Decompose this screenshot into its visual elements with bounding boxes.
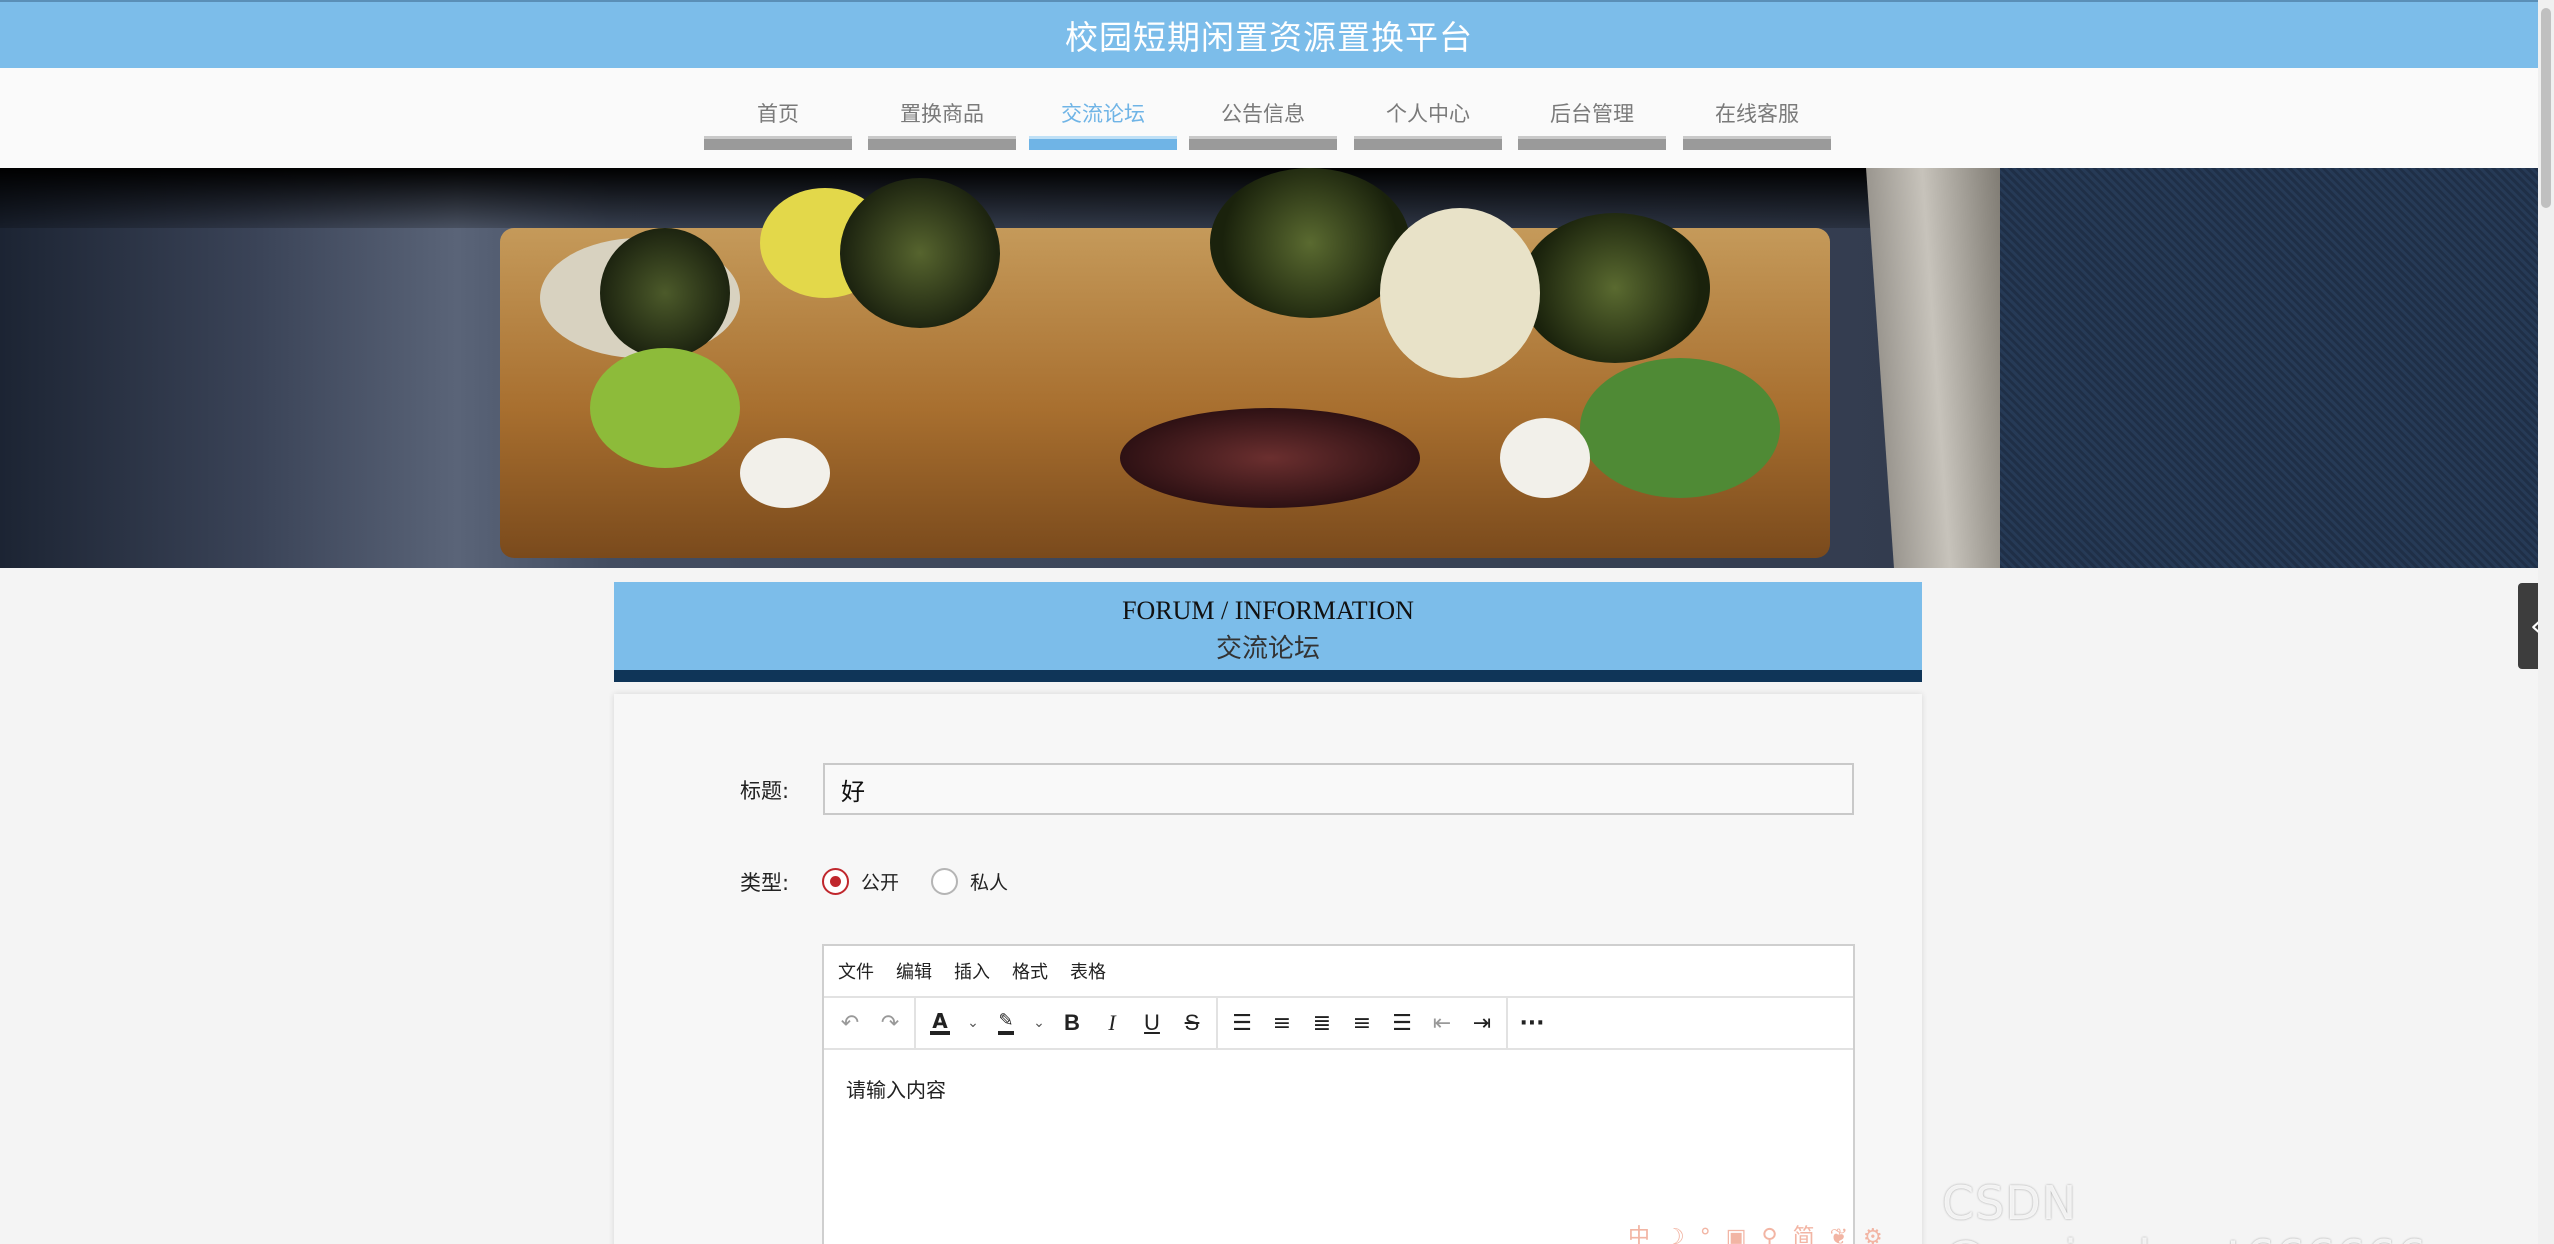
align-justify-icon[interactable]: ☰ (1382, 1003, 1422, 1043)
section-header: FORUM / INFORMATION 交流论坛 (614, 582, 1922, 682)
underline-icon[interactable]: U (1132, 1003, 1172, 1043)
banner-topping (1500, 418, 1590, 498)
editor-toolbar: ↶ ↷ A ⌄ ✎ ⌄ B I U S ☰ ≡ ≣ ≡ ☰ ⇤ ⇥ ··· (824, 997, 1853, 1050)
nav-item-label: 在线客服 (1715, 102, 1799, 126)
nav-item-goods[interactable]: 置换商品 (868, 68, 1016, 154)
nav-item-bar (1354, 136, 1502, 150)
watermark: CSDN @springboot666666 (1942, 1176, 2426, 1244)
nav-item-label: 交流论坛 (1061, 102, 1145, 126)
toolbar-divider (1216, 997, 1218, 1049)
banner-topping (600, 228, 730, 358)
nav-item-service[interactable]: 在线客服 (1683, 68, 1831, 154)
toolbar-divider (1506, 997, 1508, 1049)
type-radio-private[interactable]: 私人 (931, 868, 1008, 895)
section-title-zh: 交流论坛 (1215, 634, 1320, 663)
title-input[interactable] (823, 763, 1854, 815)
ime-toolbar: 中 ☽ ° ▣ ⚲ 简 ❦ ⚙ (1628, 1225, 1887, 1244)
align-center-icon[interactable]: ≣ (1302, 1003, 1342, 1043)
align-left-icon[interactable]: ≡ (1262, 1003, 1302, 1043)
nav-item-home[interactable]: 首页 (704, 68, 852, 154)
highlight-icon[interactable]: ✎ (986, 1003, 1026, 1043)
highlight-dropdown-icon[interactable]: ⌄ (1026, 1003, 1052, 1043)
line-height-icon[interactable]: ☰ (1222, 1003, 1262, 1043)
banner-topping (840, 178, 1000, 328)
type-label: 类型: (740, 871, 790, 895)
menu-table[interactable]: 表格 (1070, 958, 1106, 984)
banner-topping (1380, 208, 1540, 378)
toolbar-divider (914, 997, 916, 1049)
font-color-dropdown-icon[interactable]: ⌄ (960, 1003, 986, 1043)
nav-item-label: 公告信息 (1221, 102, 1305, 126)
nav-item-label: 后台管理 (1550, 102, 1634, 126)
banner-topping (1120, 408, 1420, 508)
radio-circle (822, 868, 849, 895)
radio-label: 公开 (861, 872, 900, 894)
align-right-icon[interactable]: ≡ (1342, 1003, 1382, 1043)
bold-icon[interactable]: B (1052, 1003, 1092, 1043)
title-label: 标题: (740, 779, 790, 803)
banner-cloth (2000, 168, 2538, 568)
radio-circle (931, 868, 958, 895)
nav-item-bar (1518, 136, 1666, 150)
site-header: 校园短期闲置资源置换平台 (0, 0, 2538, 68)
nav-item-bar (1029, 136, 1177, 150)
radio-label: 私人 (970, 872, 1009, 894)
editor-menubar: 文件 编辑 插入 格式 表格 (824, 946, 1853, 998)
nav-item-label: 置换商品 (900, 102, 984, 126)
redo-icon[interactable]: ↷ (870, 1003, 910, 1043)
menu-edit[interactable]: 编辑 (896, 958, 932, 984)
nav-item-label: 个人中心 (1386, 102, 1470, 126)
outdent-icon[interactable]: ⇤ (1422, 1003, 1462, 1043)
strikethrough-icon[interactable]: S (1172, 1003, 1212, 1043)
nav-item-admin[interactable]: 后台管理 (1518, 68, 1666, 154)
nav-item-bar (1189, 136, 1337, 150)
nav-item-forum[interactable]: 交流论坛 (1029, 68, 1177, 154)
nav-item-bar (704, 136, 852, 150)
editor-content[interactable]: 请输入内容 (824, 1050, 1853, 1127)
nav-item-notice[interactable]: 公告信息 (1189, 68, 1337, 154)
banner-topping (1580, 358, 1780, 498)
more-icon[interactable]: ··· (1512, 1003, 1552, 1043)
italic-icon[interactable]: I (1092, 1003, 1132, 1043)
menu-file[interactable]: 文件 (838, 958, 874, 984)
indent-icon[interactable]: ⇥ (1462, 1003, 1502, 1043)
main-nav: 首页 置换商品 交流论坛 公告信息 个人中心 后台管理 在线客服 (0, 68, 2538, 168)
rich-text-editor: 文件 编辑 插入 格式 表格 ↶ ↷ A ⌄ ✎ ⌄ B I U S ☰ ≡ ≣… (822, 944, 1855, 1244)
menu-format[interactable]: 格式 (1012, 958, 1048, 984)
page-scrollbar[interactable] (2538, 0, 2554, 1244)
undo-icon[interactable]: ↶ (830, 1003, 870, 1043)
nav-item-label: 首页 (757, 102, 799, 126)
banner-topping (740, 438, 830, 508)
section-title-en: FORUM / INFORMATION (1122, 596, 1414, 625)
site-title: 校园短期闲置资源置换平台 (1065, 18, 1473, 57)
nav-item-bar (868, 136, 1016, 150)
banner-topping (590, 348, 740, 468)
banner-topping (1520, 213, 1710, 363)
menu-insert[interactable]: 插入 (954, 958, 990, 984)
font-color-icon[interactable]: A (920, 1003, 960, 1043)
scrollbar-thumb[interactable] (2541, 8, 2551, 208)
type-radio-public[interactable]: 公开 (822, 868, 899, 895)
banner-image (0, 168, 2538, 568)
section-header-underline (614, 670, 1922, 682)
nav-item-profile[interactable]: 个人中心 (1354, 68, 1502, 154)
nav-item-bar (1683, 136, 1831, 150)
